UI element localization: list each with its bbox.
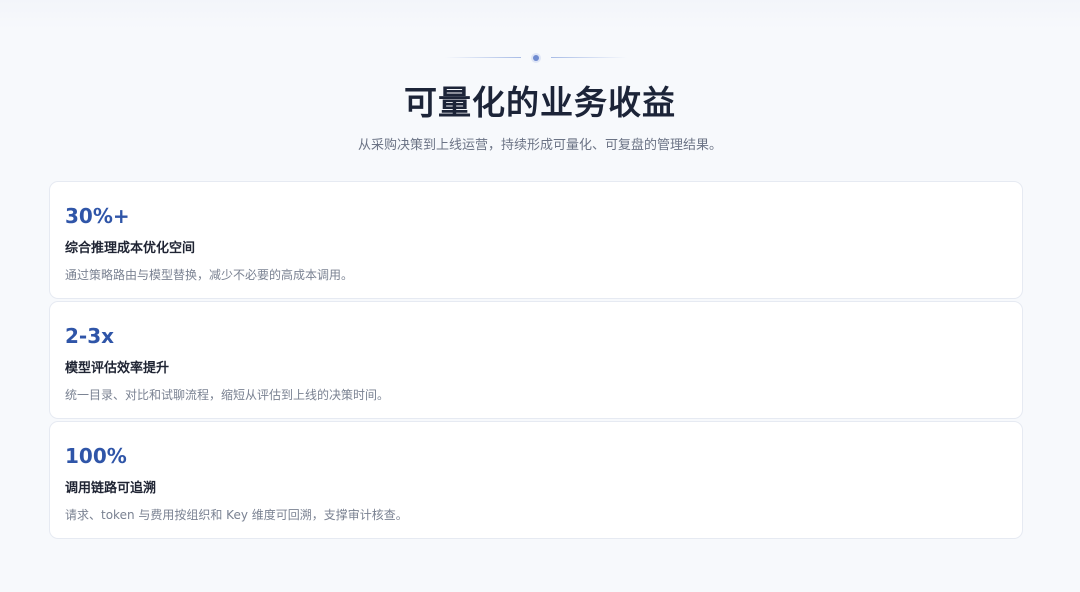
ornament-line-left	[445, 57, 521, 58]
top-band	[0, 0, 1080, 30]
ornament-dot-icon	[531, 53, 541, 63]
benefit-metric: 30%+	[65, 204, 130, 228]
section-title: 可量化的业务收益	[404, 83, 676, 122]
benefit-description: 通过策略路由与模型替换，减少不必要的高成本调用。	[65, 268, 354, 282]
benefit-card-efficiency: 2-3x 模型评估效率提升 统一目录、对比和试聊流程，缩短从评估到上线的决策时间…	[49, 301, 1023, 419]
section-subtitle: 从采购决策到上线运营，持续形成可量化、可复盘的管理结果。	[357, 138, 722, 153]
benefit-card-cost: 30%+ 综合推理成本优化空间 通过策略路由与模型替换，减少不必要的高成本调用。	[49, 181, 1023, 299]
benefit-metric: 100%	[65, 444, 127, 468]
benefit-description: 统一目录、对比和试聊流程，缩短从评估到上线的决策时间。	[65, 388, 390, 402]
benefit-description: 请求、token 与费用按组织和 Key 维度可回溯，支撑审计核查。	[65, 508, 408, 522]
benefit-metric: 2-3x	[65, 324, 115, 348]
section-ornament	[445, 53, 627, 63]
benefit-label: 模型评估效率提升	[65, 361, 170, 376]
benefit-label: 调用链路可追溯	[65, 481, 157, 496]
benefit-card-traceability: 100% 调用链路可追溯 请求、token 与费用按组织和 Key 维度可回溯，…	[49, 421, 1023, 539]
ornament-line-right	[551, 57, 627, 58]
benefit-label: 综合推理成本优化空间	[65, 241, 196, 256]
